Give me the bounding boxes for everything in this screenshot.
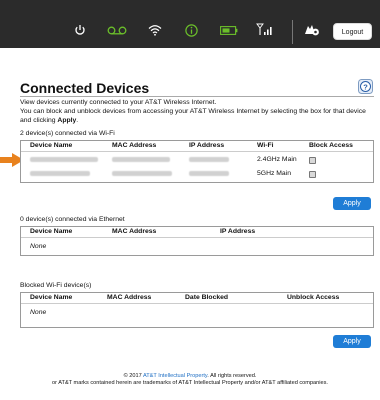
ethernet-section-label: 0 device(s) connected via Ethernet <box>20 216 125 223</box>
col-block-access: Block Access <box>309 142 353 149</box>
col-device-name: Device Name <box>30 142 73 149</box>
block-access-checkbox[interactable] <box>309 171 316 178</box>
blocked-devices-table: Device Name MAC Address Date Blocked Unb… <box>20 292 374 328</box>
ethernet-devices-table: Device Name MAC Address IP Address None <box>20 226 374 256</box>
ip-address-redacted <box>189 157 229 162</box>
mac-address-redacted <box>112 171 172 176</box>
col-ip-address: IP Address <box>189 142 225 149</box>
settings-gear-icon[interactable] <box>303 23 321 37</box>
col-wifi: Wi-Fi <box>257 142 274 149</box>
device-name-redacted <box>30 171 90 176</box>
topbar-divider <box>292 20 293 44</box>
wifi-icon[interactable] <box>148 24 162 36</box>
ethernet-table-header: Device Name MAC Address IP Address <box>21 227 373 238</box>
signal-icon <box>256 23 272 35</box>
wifi-band: 5GHz Main <box>257 170 291 177</box>
col-ip-address: IP Address <box>220 228 256 235</box>
col-mac-address: MAC Address <box>112 228 157 235</box>
apply-button[interactable]: Apply <box>333 197 371 210</box>
wifi-table-header: Device Name MAC Address IP Address Wi-Fi… <box>21 141 373 152</box>
info-icon[interactable] <box>185 24 198 37</box>
wifi-section-label: 2 device(s) connected via Wi-Fi <box>20 130 115 137</box>
apply-button[interactable]: Apply <box>333 335 371 348</box>
voicemail-icon[interactable] <box>107 26 127 35</box>
col-device-name: Device Name <box>30 294 73 301</box>
block-access-checkbox[interactable] <box>309 157 316 164</box>
empty-message: None <box>30 243 47 250</box>
power-icon[interactable] <box>74 24 86 36</box>
battery-icon <box>220 26 238 35</box>
svg-text:?: ? <box>363 82 368 91</box>
col-device-name: Device Name <box>30 228 73 235</box>
device-name-redacted <box>30 157 98 162</box>
top-status-bar: Logout <box>0 0 380 48</box>
col-unblock-access: Unblock Access <box>287 294 340 301</box>
intro-text: View devices currently connected to your… <box>20 98 376 125</box>
copyright-text: © 2017 AT&T Intellectual Property. All r… <box>123 373 257 379</box>
wifi-devices-table: Device Name MAC Address IP Address Wi-Fi… <box>20 140 374 183</box>
mac-address-redacted <box>112 157 170 162</box>
empty-message: None <box>30 309 47 316</box>
col-date-blocked: Date Blocked <box>185 294 229 301</box>
intro-line-2: You can block and unblock devices from a… <box>20 108 366 124</box>
help-icon[interactable]: ? <box>358 79 373 94</box>
page-title: Connected Devices <box>20 80 150 96</box>
blocked-section-label: Blocked Wi-Fi device(s) <box>20 282 92 289</box>
blocked-table-header: Device Name MAC Address Date Blocked Unb… <box>21 293 373 304</box>
intro-line-1: View devices currently connected to your… <box>20 99 217 106</box>
col-mac-address: MAC Address <box>107 294 152 301</box>
att-ip-link[interactable]: AT&T Intellectual Property <box>143 373 207 379</box>
ip-address-redacted <box>189 171 229 176</box>
col-mac-address: MAC Address <box>112 142 157 149</box>
trademark-text: or AT&T marks contained herein are trade… <box>52 380 328 386</box>
title-divider <box>20 96 374 97</box>
wifi-band: 2.4GHz Main <box>257 156 297 163</box>
logout-button[interactable]: Logout <box>333 23 372 40</box>
